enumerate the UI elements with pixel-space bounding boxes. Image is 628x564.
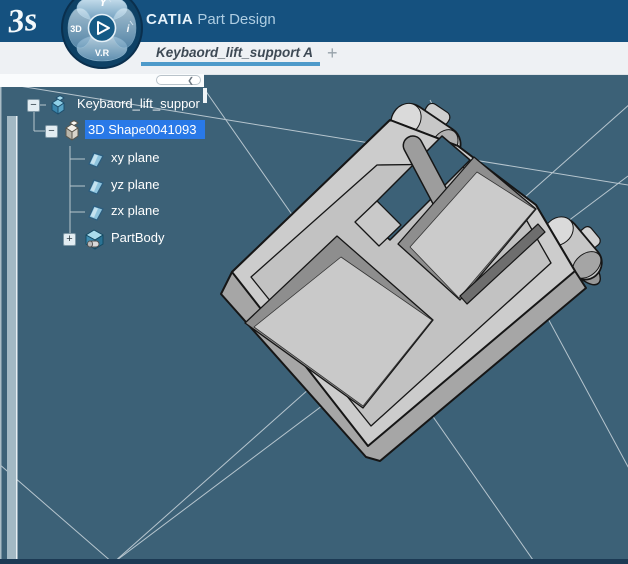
collapse-tree-button[interactable]: ❮ xyxy=(156,75,201,85)
tab-active-document[interactable]: Keybaord_lift_support A xyxy=(156,45,313,60)
active-tab-underline xyxy=(141,62,320,66)
compass-center[interactable] xyxy=(87,13,117,43)
plane-icon xyxy=(88,179,104,195)
tree-item-yz-plane[interactable]: yz plane xyxy=(111,177,159,192)
compass-east-label[interactable]: i xyxy=(127,24,130,35)
workbench-name: Part Design xyxy=(197,11,276,28)
tree-item-root[interactable]: Keybaord_lift_suppor xyxy=(77,96,200,111)
plane-icon xyxy=(88,205,104,221)
tree-item-3d-shape[interactable]: 3D Shape0041093 xyxy=(85,120,205,139)
compass-west-label[interactable]: 3D xyxy=(70,24,82,34)
tree-header-strip: ❮ xyxy=(0,74,204,87)
compass-south-label[interactable]: V.R xyxy=(95,48,110,58)
tree-item-zx-plane[interactable]: zx plane xyxy=(111,203,159,218)
partbody-icon xyxy=(85,229,104,250)
3dexperience-compass[interactable]: Y 3D i V.R xyxy=(56,0,148,72)
chevron-left-icon: ❮ xyxy=(187,76,194,85)
expander-3d-shape[interactable]: − xyxy=(45,125,58,138)
new-tab-button[interactable]: + xyxy=(327,43,338,64)
tree-item-xy-plane[interactable]: xy plane xyxy=(111,150,159,165)
app-title: CATIA Part Design xyxy=(146,11,276,28)
compass-north-label[interactable]: Y xyxy=(99,0,108,9)
shape-icon xyxy=(65,120,79,141)
dassault-3ds-logo: 3s xyxy=(6,1,39,41)
expander-root[interactable]: − xyxy=(27,99,40,112)
plane-icon xyxy=(88,152,104,168)
app-name: CATIA xyxy=(146,11,194,28)
tree-item-partbody[interactable]: PartBody xyxy=(111,230,164,245)
product-icon xyxy=(51,95,65,115)
expander-partbody[interactable]: + xyxy=(63,233,76,246)
bottom-status-bar xyxy=(0,559,628,564)
application-window: − Keybaord_lift_suppor − 3D Shape0041093 xyxy=(0,0,628,564)
